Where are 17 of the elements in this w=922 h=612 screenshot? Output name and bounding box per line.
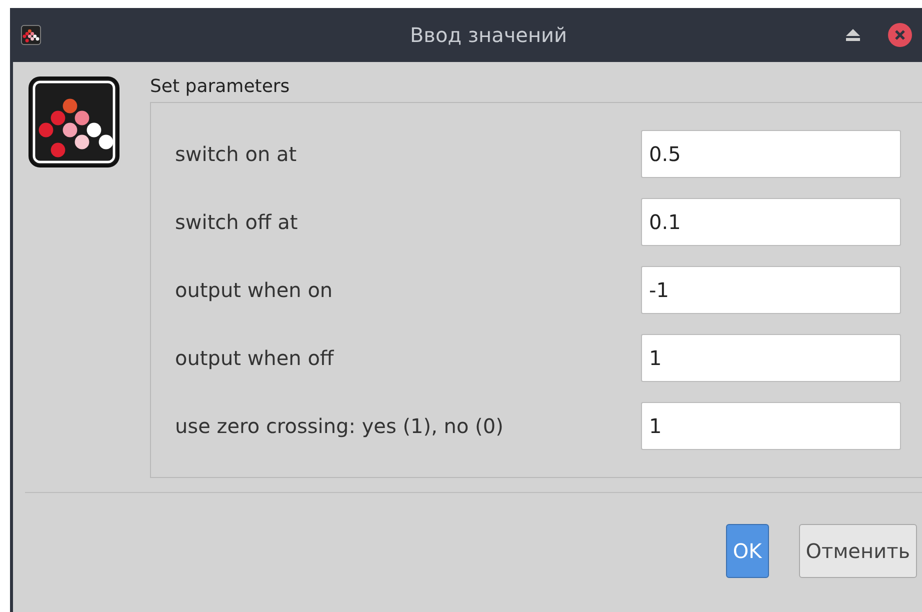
input-field[interactable]: -1 (641, 266, 901, 314)
close-icon[interactable] (888, 23, 912, 47)
input-field[interactable]: 0.1 (641, 198, 901, 246)
group-title: Set parameters (150, 76, 291, 97)
field-label: switch on at (175, 142, 297, 166)
app-icon (21, 25, 41, 45)
input-field[interactable]: 0.5 (641, 130, 901, 178)
window-title: Ввод значений (408, 23, 568, 47)
cancel-button[interactable]: Отменить (798, 524, 917, 578)
input-field[interactable]: 1 (641, 402, 901, 450)
field-label: output when off (175, 346, 334, 370)
field-label: use zero crossing: yes (1), no (0) (175, 414, 504, 438)
field-label: switch off at (175, 210, 298, 234)
app-icon (28, 76, 120, 168)
input-field[interactable]: 1 (641, 334, 901, 382)
eject-icon[interactable] (846, 29, 860, 41)
field-label: output when on (175, 278, 333, 302)
